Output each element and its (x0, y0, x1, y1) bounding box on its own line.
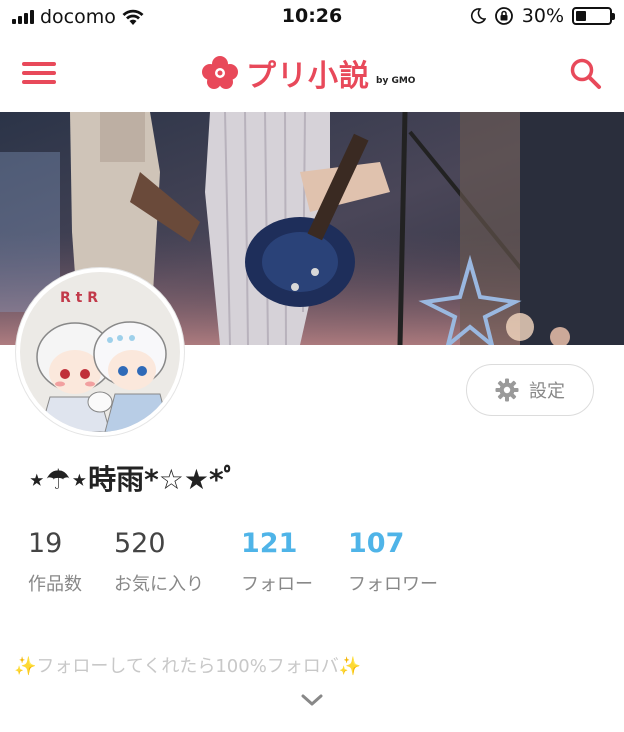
rotation-lock-icon (494, 7, 513, 25)
stat-following[interactable]: 121 フォロー (241, 528, 348, 596)
settings-label: 設定 (529, 381, 565, 402)
logo-sub: by GMO (376, 76, 416, 86)
bio-text: ✨フォローしてくれたら100%フォロバ✨ (14, 652, 361, 678)
stat-works-value: 19 (28, 528, 63, 559)
username: ⋆☂︎⋆時雨*☆★*ﾟ (28, 463, 238, 496)
hamburger-menu-icon[interactable] (22, 62, 56, 84)
stat-following-value: 121 (241, 528, 298, 559)
profile-stats: 19 作品数 520 お気に入り 121 フォロー 107 フォロワー (28, 528, 458, 596)
status-bar: docomo 10:26 30% (0, 0, 624, 34)
sparkle-icon: ✨ (14, 656, 37, 677)
moon-icon (470, 8, 486, 24)
stat-favorites-value: 520 (114, 528, 166, 559)
logo-flower-icon (202, 56, 238, 89)
status-right: 30% (470, 5, 615, 27)
stat-works-label: 作品数 (28, 574, 82, 595)
stat-works[interactable]: 19 作品数 (28, 528, 114, 596)
search-icon[interactable] (568, 56, 602, 90)
stat-followers-value: 107 (348, 528, 405, 559)
chevron-down-icon[interactable] (298, 690, 326, 710)
app-header: プリ小説 by GMO (0, 34, 624, 112)
settings-button[interactable]: 設定 (466, 364, 594, 416)
stat-followers-label: フォロワー (348, 574, 438, 595)
bio-body: フォローしてくれたら100%フォロバ (36, 656, 339, 677)
stat-following-label: フォロー (241, 574, 313, 595)
stat-followers[interactable]: 107 フォロワー (348, 528, 458, 596)
avatar-caption: R t R (60, 290, 98, 306)
battery-icon (572, 7, 615, 25)
stat-favorites-label: お気に入り (114, 574, 204, 595)
gear-icon (495, 378, 519, 402)
battery-percent: 30% (521, 5, 564, 27)
stat-favorites[interactable]: 520 お気に入り (114, 528, 241, 596)
logo-text: プリ小説 (246, 59, 370, 94)
sparkle-icon: ✨ (338, 656, 362, 677)
avatar[interactable]: R t R (16, 268, 184, 436)
app-logo[interactable]: プリ小説 by GMO (200, 48, 415, 98)
